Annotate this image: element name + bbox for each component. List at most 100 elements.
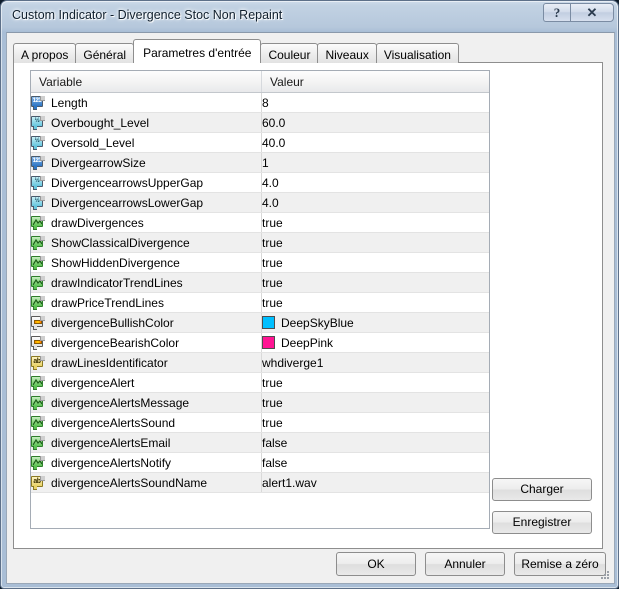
help-button[interactable]: ? <box>543 3 570 22</box>
close-button[interactable]: ✕ <box>570 3 614 22</box>
tab-parametres-d-entr-e[interactable]: Parametres d'entrée <box>133 39 262 63</box>
icon-tail <box>33 485 37 490</box>
variable-name: divergenceAlertsSoundName <box>51 475 208 490</box>
cell-value[interactable]: true <box>261 412 489 433</box>
tab-a-propos[interactable]: A propos <box>13 43 77 63</box>
icon-fold <box>40 315 45 321</box>
table-row[interactable]: drawPriceTrendLines true <box>31 292 489 313</box>
column-header-variable[interactable]: Variable <box>31 71 262 93</box>
variable-cell-content: divergenceAlertsEmail <box>31 435 261 450</box>
variable-name: divergenceAlert <box>51 375 135 390</box>
icon-tail <box>33 105 37 110</box>
icon-fold <box>40 415 45 421</box>
variable-name: divergenceAlertsSound <box>51 415 176 430</box>
side-button-group: Charger Enregistrer <box>492 478 592 534</box>
cell-value[interactable]: DeepPink <box>261 332 489 353</box>
cancel-button[interactable]: Annuler <box>425 552 505 576</box>
value-cell-content: true <box>262 276 489 290</box>
table-row[interactable]: ShowClassicalDivergence true <box>31 232 489 253</box>
table-row[interactable]: ab drawLinesIdentificator whdiverge1 <box>31 352 489 373</box>
title-bar[interactable]: Custom Indicator - Divergence Stoc Non R… <box>1 1 618 32</box>
value-cell-content: true <box>262 376 489 390</box>
table-row[interactable]: divergenceAlertsEmail false <box>31 432 489 453</box>
table-row[interactable]: divergenceAlertsNotify false <box>31 452 489 473</box>
tab-niveaux[interactable]: Niveaux <box>317 43 377 63</box>
value-cell-content: DeepSkyBlue <box>262 316 489 330</box>
double-icon: ½ <box>31 135 45 150</box>
cell-value[interactable]: true <box>261 212 489 233</box>
table-row[interactable]: ab divergenceAlertsSoundName alert1.wav <box>31 472 489 493</box>
tab-couleur[interactable]: Couleur <box>260 43 319 63</box>
reset-button[interactable]: Remise a zéro <box>514 552 606 576</box>
icon-tail <box>33 305 37 310</box>
variable-name: ShowClassicalDivergence <box>51 235 190 250</box>
cell-value[interactable]: true <box>261 292 489 313</box>
table-row[interactable]: 123 Length 8 <box>31 92 489 113</box>
cell-value[interactable]: 1 <box>261 152 489 173</box>
value-text: 4.0 <box>262 195 279 210</box>
cell-value[interactable]: true <box>261 272 489 293</box>
cell-value[interactable]: true <box>261 372 489 393</box>
cell-value[interactable]: true <box>261 392 489 413</box>
cell-variable: divergenceAlertsNotify <box>31 452 262 473</box>
cell-variable: divergenceBullishColor <box>31 312 262 333</box>
table-row[interactable]: divergenceAlertsMessage true <box>31 392 489 413</box>
tab-visualisation[interactable]: Visualisation <box>375 43 459 63</box>
table-row[interactable]: drawIndicatorTrendLines true <box>31 272 489 293</box>
table-row[interactable]: ½ Oversold_Level 40.0 <box>31 132 489 153</box>
cell-value[interactable]: alert1.wav <box>261 472 489 493</box>
tab-strip: A propos Général Parametres d'entrée Couleu… <box>13 39 459 63</box>
tab-label: Visualisation <box>383 48 451 62</box>
variable-name: divergenceAlertsNotify <box>51 455 172 470</box>
value-cell-content: 4.0 <box>262 196 489 210</box>
table-row[interactable]: ½ DivergencearrowsLowerGap 4.0 <box>31 192 489 213</box>
variable-cell-content: divergenceAlertsSound <box>31 415 261 430</box>
cell-value[interactable]: 4.0 <box>261 172 489 193</box>
table-header-row: Variable Valeur <box>31 71 489 93</box>
table-row[interactable]: drawDivergences true <box>31 212 489 233</box>
tab-label: Parametres d'entrée <box>143 46 252 60</box>
icon-tail <box>33 245 37 250</box>
table-row[interactable]: divergenceBearishColor DeepPink <box>31 332 489 353</box>
variable-cell-content: divergenceAlertsMessage <box>31 395 261 410</box>
icon-tail <box>33 265 37 270</box>
table-row[interactable]: ½ DivergencearrowsUpperGap 4.0 <box>31 172 489 193</box>
table-row[interactable]: ShowHiddenDivergence true <box>31 252 489 273</box>
column-header-value[interactable]: Valeur <box>261 71 489 93</box>
bool-icon <box>31 235 45 250</box>
parameters-grid[interactable]: Variable Valeur 123 Length 8 ½ Overbought_Le… <box>30 70 490 529</box>
cell-value[interactable]: whdiverge1 <box>261 352 489 373</box>
value-text: false <box>262 435 288 450</box>
icon-fold <box>40 255 45 261</box>
cell-value[interactable]: true <box>261 232 489 253</box>
tab-g-n-ral[interactable]: Général <box>75 43 135 63</box>
icon-fold <box>40 455 45 461</box>
int-icon: 123 <box>31 95 45 110</box>
cell-value[interactable]: true <box>261 252 489 273</box>
variable-name: DivergencearrowsLowerGap <box>51 195 204 210</box>
cell-value[interactable]: 4.0 <box>261 192 489 213</box>
cell-value[interactable]: 60.0 <box>261 112 489 133</box>
table-row[interactable]: divergenceAlertsSound true <box>31 412 489 433</box>
bool-icon <box>31 415 45 430</box>
table-row[interactable]: ½ Overbought_Level 60.0 <box>31 112 489 133</box>
variable-name: Length <box>51 95 88 110</box>
cell-value[interactable]: 40.0 <box>261 132 489 153</box>
value-cell-content: alert1.wav <box>262 476 489 490</box>
bool-icon <box>31 435 45 450</box>
table-row[interactable]: divergenceAlert true <box>31 372 489 393</box>
icon-fold <box>40 355 45 361</box>
variable-name: ShowHiddenDivergence <box>51 255 180 270</box>
cell-value[interactable]: false <box>261 452 489 473</box>
save-button[interactable]: Enregistrer <box>492 511 592 534</box>
load-button[interactable]: Charger <box>492 478 592 501</box>
cell-value[interactable]: DeepSkyBlue <box>261 312 489 333</box>
value-cell-content: 60.0 <box>262 116 489 130</box>
cell-value[interactable]: 8 <box>261 92 489 113</box>
icon-tail <box>33 365 37 370</box>
table-row[interactable]: divergenceBullishColor DeepSkyBlue <box>31 312 489 333</box>
cell-value[interactable]: false <box>261 432 489 453</box>
table-row[interactable]: 123 DivergearrowSize 1 <box>31 152 489 173</box>
bool-icon <box>31 295 45 310</box>
ok-button[interactable]: OK <box>336 552 416 576</box>
